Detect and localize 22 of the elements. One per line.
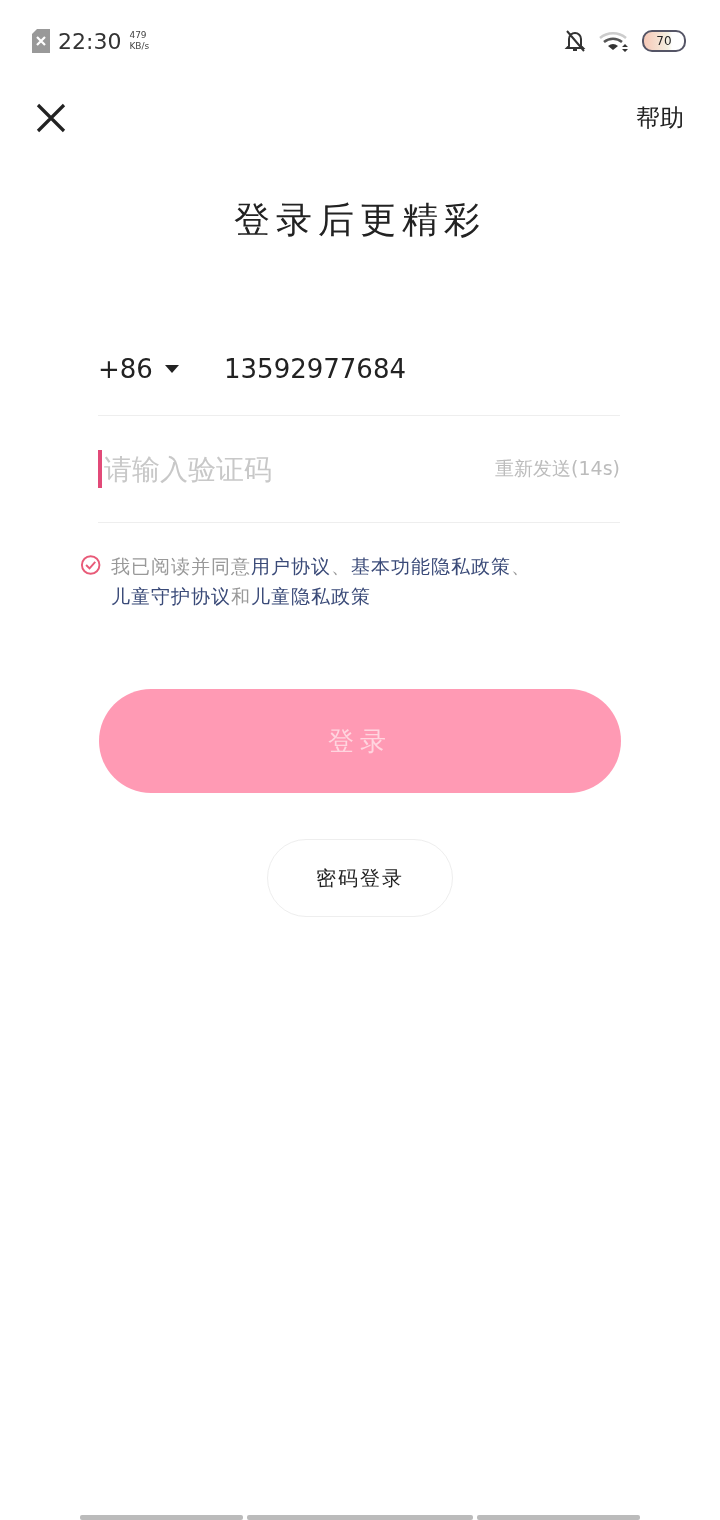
battery-indicator: 70 — [642, 30, 686, 52]
caret-icon — [164, 365, 179, 373]
agreement-link[interactable]: 基本功能隐私政策 — [351, 555, 512, 577]
navigation-bar[interactable] — [247, 1515, 473, 1520]
navigation-bar[interactable] — [477, 1515, 640, 1520]
help-link[interactable]: 帮助 — [636, 102, 684, 134]
agreement-link[interactable]: 儿童隐私政策 — [251, 585, 372, 607]
bell-muted-icon — [564, 29, 586, 53]
agreement-link[interactable]: 儿童守护协议 — [111, 585, 232, 607]
close-icon[interactable] — [36, 103, 66, 133]
agreement-text: 我已阅读并同意用户协议、基本功能隐私政策、 儿童守护协议和儿童隐私政策 — [111, 554, 533, 609]
status-time: 22:30 — [58, 28, 122, 54]
sim-card-icon — [32, 29, 50, 53]
navigation-bar[interactable] — [80, 1515, 243, 1520]
speed-unit: KB/s — [129, 41, 150, 52]
wifi-icon — [598, 30, 630, 52]
phone-field[interactable]: 13592977684 — [224, 354, 620, 384]
password-login-button[interactable]: 密码登录 — [267, 839, 453, 917]
agreement-link[interactable]: 用户协议 — [251, 555, 332, 577]
country-code-selector[interactable]: +86 — [98, 354, 224, 384]
page-title: 登录后更精彩 — [233, 198, 487, 242]
network-speed: 479 — [129, 30, 148, 41]
